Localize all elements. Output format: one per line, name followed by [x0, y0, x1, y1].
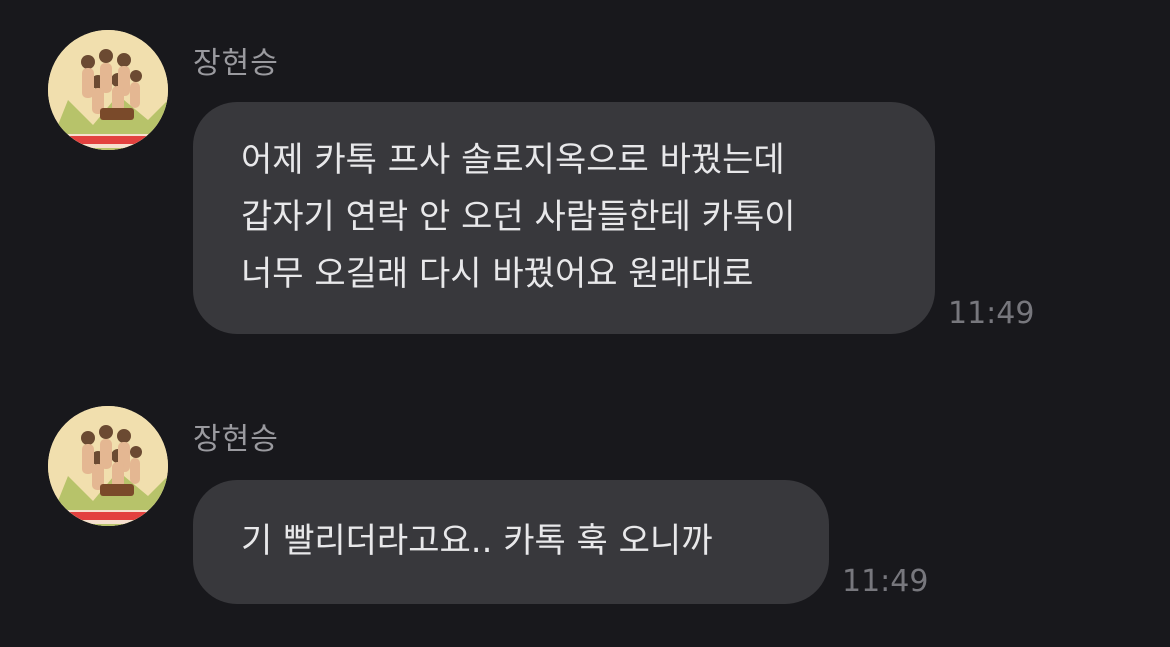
message-bubble[interactable]: 기 빨리더라고요.. 카톡 훅 오니까	[193, 480, 829, 604]
avatar-image	[48, 406, 168, 526]
message-text-line: 기 빨리더라고요.. 카톡 훅 오니까	[241, 521, 713, 561]
message-time: 11:49	[842, 564, 929, 599]
profile-avatar[interactable]	[48, 406, 168, 526]
message-group-2: 장현승 기 빨리더라고요.. 카톡 훅 오니까 11:49	[0, 0, 1170, 647]
sender-name: 장현승	[193, 422, 279, 457]
